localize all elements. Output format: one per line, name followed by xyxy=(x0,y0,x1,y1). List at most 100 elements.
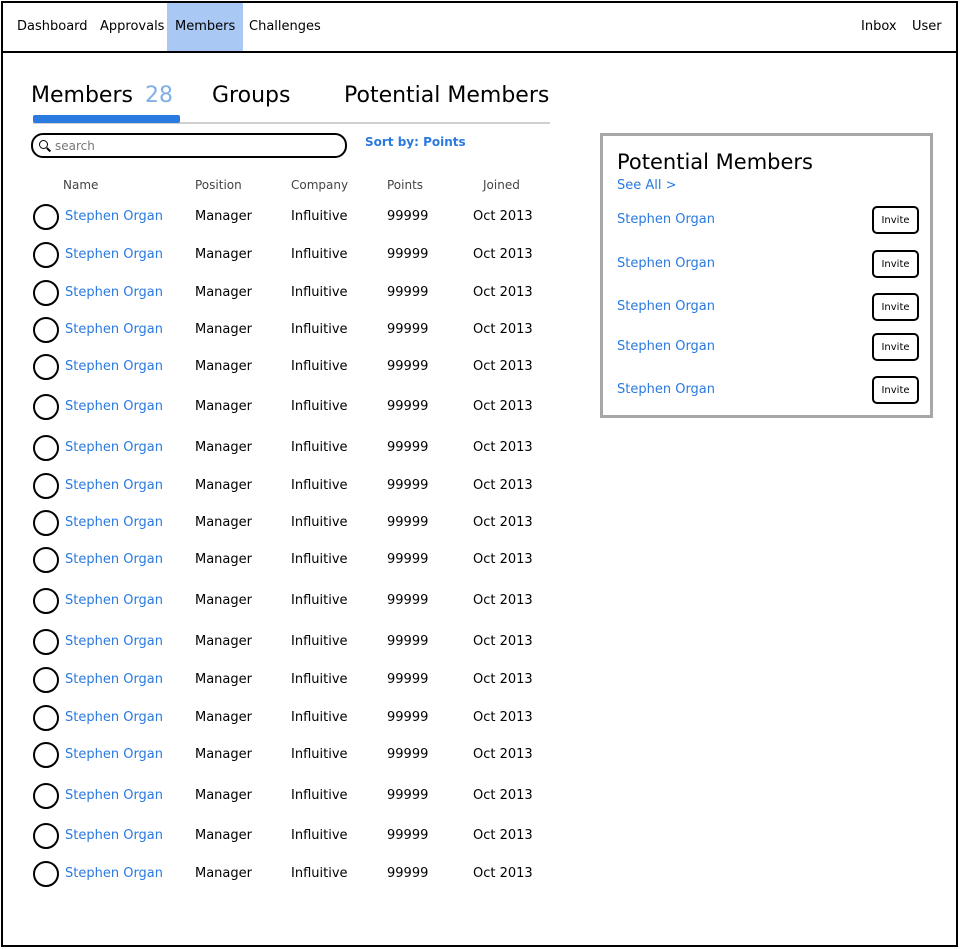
avatar[interactable] xyxy=(33,705,59,731)
see-all-link[interactable]: See All > xyxy=(617,178,677,193)
search-input[interactable] xyxy=(55,138,325,153)
member-company: Influitive xyxy=(291,478,348,493)
column-header-joined[interactable]: Joined xyxy=(483,178,520,192)
member-position: Manager xyxy=(195,747,252,762)
avatar[interactable] xyxy=(33,510,59,536)
member-name-link[interactable]: Stephen Organ xyxy=(65,747,163,762)
table-row[interactable]: Stephen Organ Manager Influitive 99999 Oct 2… xyxy=(3,471,563,501)
avatar[interactable] xyxy=(33,588,59,614)
member-name-link[interactable]: Stephen Organ xyxy=(65,359,163,374)
member-joined: Oct 2013 xyxy=(473,747,533,762)
member-name-link[interactable]: Stephen Organ xyxy=(65,247,163,262)
member-points: 99999 xyxy=(387,209,429,224)
member-points: 99999 xyxy=(387,634,429,649)
member-name-link[interactable]: Stephen Organ xyxy=(65,322,163,337)
member-position: Manager xyxy=(195,359,252,374)
column-header-name[interactable]: Name xyxy=(63,178,98,192)
member-name-link[interactable]: Stephen Organ xyxy=(65,593,163,608)
column-header-points[interactable]: Points xyxy=(387,178,423,192)
member-company: Influitive xyxy=(291,440,348,455)
nav-item-dashboard[interactable]: Dashboard xyxy=(17,3,88,51)
nav-item-members[interactable]: Members xyxy=(167,3,244,51)
member-name-link[interactable]: Stephen Organ xyxy=(65,399,163,414)
avatar[interactable] xyxy=(33,204,59,230)
table-row[interactable]: Stephen Organ Manager Influitive 99999 Oct 2… xyxy=(3,352,563,382)
member-name-link[interactable]: Stephen Organ xyxy=(65,788,163,803)
avatar[interactable] xyxy=(33,394,59,420)
potential-member-name-link[interactable]: Stephen Organ xyxy=(617,256,715,271)
sort-by-button[interactable]: Sort by: Points xyxy=(365,135,466,149)
column-header-position[interactable]: Position xyxy=(195,178,242,192)
avatar[interactable] xyxy=(33,354,59,380)
member-name-link[interactable]: Stephen Organ xyxy=(65,634,163,649)
member-points: 99999 xyxy=(387,593,429,608)
table-row[interactable]: Stephen Organ Manager Influitive 99999 Oct 2… xyxy=(3,240,563,270)
member-name-link[interactable]: Stephen Organ xyxy=(65,209,163,224)
invite-button[interactable]: Invite xyxy=(872,376,919,404)
member-name-link[interactable]: Stephen Organ xyxy=(65,285,163,300)
table-row[interactable]: Stephen Organ Manager Influitive 99999 Oct 2… xyxy=(3,859,563,889)
search-box[interactable] xyxy=(31,133,347,158)
avatar[interactable] xyxy=(33,823,59,849)
avatar[interactable] xyxy=(33,473,59,499)
member-name-link[interactable]: Stephen Organ xyxy=(65,440,163,455)
table-row[interactable]: Stephen Organ Manager Influitive 99999 Oct 2… xyxy=(3,315,563,345)
avatar[interactable] xyxy=(33,629,59,655)
avatar[interactable] xyxy=(33,742,59,768)
member-position: Manager xyxy=(195,552,252,567)
avatar[interactable] xyxy=(33,547,59,573)
potential-member-name-link[interactable]: Stephen Organ xyxy=(617,212,715,227)
member-position: Manager xyxy=(195,634,252,649)
member-points: 99999 xyxy=(387,672,429,687)
table-row[interactable]: Stephen Organ Manager Influitive 99999 Oct 2… xyxy=(3,781,563,811)
nav-item-approvals[interactable]: Approvals xyxy=(100,3,164,51)
invite-button[interactable]: Invite xyxy=(872,250,919,278)
table-row[interactable]: Stephen Organ Manager Influitive 99999 Oct 2… xyxy=(3,278,563,308)
invite-button[interactable]: Invite xyxy=(872,333,919,361)
member-position: Manager xyxy=(195,399,252,414)
column-header-company[interactable]: Company xyxy=(291,178,348,192)
table-row[interactable]: Stephen Organ Manager Influitive 99999 Oct 2… xyxy=(3,586,563,616)
nav-item-challenges[interactable]: Challenges xyxy=(249,3,321,51)
avatar[interactable] xyxy=(33,280,59,306)
potential-member-name-link[interactable]: Stephen Organ xyxy=(617,299,715,314)
table-row[interactable]: Stephen Organ Manager Influitive 99999 Oct 2… xyxy=(3,703,563,733)
avatar[interactable] xyxy=(33,435,59,461)
table-row[interactable]: Stephen Organ Manager Influitive 99999 Oct 2… xyxy=(3,545,563,575)
potential-member-name-link[interactable]: Stephen Organ xyxy=(617,382,715,397)
tab-groups[interactable]: Groups xyxy=(212,81,290,111)
member-points: 99999 xyxy=(387,478,429,493)
potential-member-name-link[interactable]: Stephen Organ xyxy=(617,339,715,354)
nav-item-inbox[interactable]: Inbox xyxy=(861,3,897,51)
invite-button[interactable]: Invite xyxy=(872,293,919,321)
nav-item-user[interactable]: User xyxy=(912,3,942,51)
avatar[interactable] xyxy=(33,667,59,693)
tab-members[interactable]: Members 28 xyxy=(31,81,173,111)
member-joined: Oct 2013 xyxy=(473,515,533,530)
avatar[interactable] xyxy=(33,783,59,809)
table-row[interactable]: Stephen Organ Manager Influitive 99999 Oct 2… xyxy=(3,627,563,657)
invite-button[interactable]: Invite xyxy=(872,206,919,234)
table-row[interactable]: Stephen Organ Manager Influitive 99999 Oct 2… xyxy=(3,202,563,232)
member-name-link[interactable]: Stephen Organ xyxy=(65,552,163,567)
member-name-link[interactable]: Stephen Organ xyxy=(65,515,163,530)
member-company: Influitive xyxy=(291,866,348,881)
potential-member-row: Stephen Organ Invite xyxy=(603,206,930,234)
member-name-link[interactable]: Stephen Organ xyxy=(65,866,163,881)
member-company: Influitive xyxy=(291,285,348,300)
table-row[interactable]: Stephen Organ Manager Influitive 99999 Oct 2… xyxy=(3,392,563,422)
table-row[interactable]: Stephen Organ Manager Influitive 99999 Oct 2… xyxy=(3,433,563,463)
member-name-link[interactable]: Stephen Organ xyxy=(65,672,163,687)
member-name-link[interactable]: Stephen Organ xyxy=(65,478,163,493)
member-name-link[interactable]: Stephen Organ xyxy=(65,828,163,843)
table-row[interactable]: Stephen Organ Manager Influitive 99999 Oct 2… xyxy=(3,821,563,851)
avatar[interactable] xyxy=(33,242,59,268)
tab-potential-members[interactable]: Potential Members xyxy=(344,81,549,111)
member-points: 99999 xyxy=(387,322,429,337)
table-row[interactable]: Stephen Organ Manager Influitive 99999 Oct 2… xyxy=(3,740,563,770)
table-row[interactable]: Stephen Organ Manager Influitive 99999 Oct 2… xyxy=(3,665,563,695)
table-row[interactable]: Stephen Organ Manager Influitive 99999 Oct 2… xyxy=(3,508,563,538)
avatar[interactable] xyxy=(33,861,59,887)
member-name-link[interactable]: Stephen Organ xyxy=(65,710,163,725)
avatar[interactable] xyxy=(33,317,59,343)
